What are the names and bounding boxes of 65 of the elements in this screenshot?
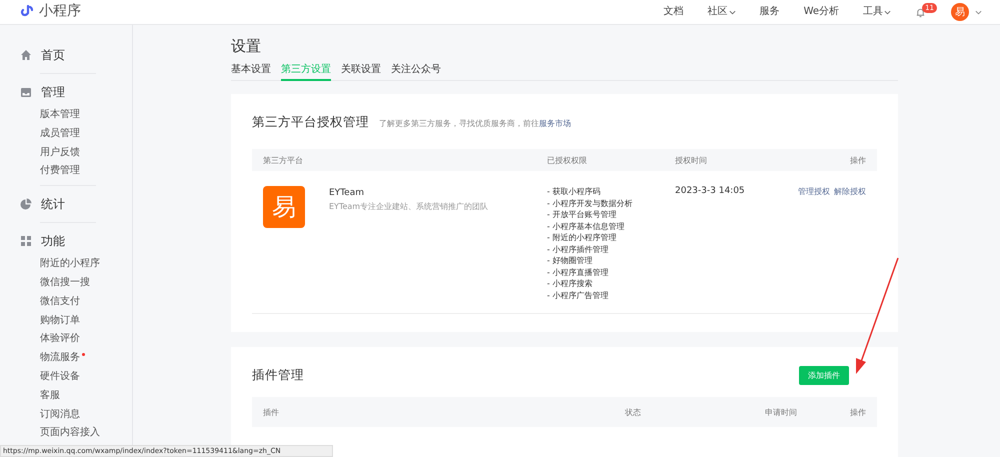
sidebar-item[interactable]: 附近的小程序	[40, 257, 100, 272]
caret-icon	[728, 10, 736, 14]
tab[interactable]: 基本设置	[231, 60, 271, 81]
permission-item: - 附近的小程序管理	[547, 232, 618, 244]
platform-description: EYTeam专注企业建站、系统营销推广的团队	[329, 201, 488, 212]
tab[interactable]: 关注公众号	[391, 60, 441, 81]
permission-item: - 小程序基本信息管理	[547, 220, 626, 232]
sidebar-item[interactable]: 订阅消息	[40, 408, 80, 422]
platform-logo: 易	[263, 186, 305, 228]
permission-item: - 小程序搜索	[547, 278, 594, 290]
section-title: 第三方平台授权管理	[252, 114, 369, 131]
logo-icon	[20, 5, 34, 17]
page-title: 设置	[231, 37, 262, 57]
permission-item: - 小程序插件管理	[547, 244, 610, 255]
sidebar-section[interactable]: 功能	[41, 232, 65, 250]
sidebar-item[interactable]: 客服	[40, 388, 60, 403]
tab[interactable]: 关联设置	[341, 60, 381, 81]
section-title: 插件管理	[252, 366, 304, 384]
sidebar-item[interactable]: 微信支付	[40, 294, 80, 309]
column-header: 第三方平台	[263, 154, 304, 166]
permission-item: - 小程序广告管理	[547, 290, 610, 301]
platform-name: EYTeam	[329, 188, 365, 198]
sidebar-item[interactable]: 体验评价	[40, 332, 80, 346]
sidebar-item[interactable]: 用户反馈	[40, 146, 80, 160]
sidebar-item[interactable]: 硬件设备	[40, 370, 80, 384]
permission-item: - 小程序直播管理	[547, 266, 610, 278]
sidebar-item[interactable]: 购物订单	[40, 314, 80, 328]
sidebar-item[interactable]: 付费管理	[40, 164, 80, 178]
caret-icon	[884, 10, 892, 14]
column-header: 操作	[849, 406, 866, 418]
nav-link[interactable]: 文档	[664, 5, 684, 19]
column-header: 申请时间	[765, 406, 798, 418]
permission-item: - 好物圈管理	[547, 255, 594, 266]
service-market-link[interactable]: 服务市场	[539, 118, 571, 129]
sidebar-item[interactable]: 微信搜一搜	[40, 276, 90, 290]
nav-link[interactable]: 工具	[863, 5, 892, 19]
column-header: 操作	[849, 154, 866, 166]
table-cell-text: 2023-3-3 14:05	[675, 186, 746, 198]
grid-icon	[20, 235, 32, 248]
inbox-icon	[20, 86, 32, 98]
sidebar-item[interactable]: 成员管理	[40, 126, 80, 141]
sidebar-section[interactable]: 首页	[41, 46, 65, 64]
nav-link[interactable]: 社区	[708, 5, 736, 19]
hint-text: 了解更多第三方服务，寻找优质服务商，前往	[379, 118, 539, 129]
home-icon	[20, 49, 32, 61]
permission-item: - 开放平台账号管理	[547, 209, 618, 220]
sidebar-item[interactable]: 页面内容接入	[40, 426, 100, 440]
sidebar-item[interactable]: 版本管理	[40, 108, 80, 122]
permission-item: - 获取小程序码	[547, 186, 602, 198]
nav-link[interactable]: 服务	[760, 5, 780, 19]
logo-text: 小程序	[39, 2, 81, 20]
action-link[interactable]: 解除授权	[834, 186, 866, 197]
permission-item: - 小程序开发与数据分析	[547, 198, 634, 209]
column-header: 授权时间	[675, 154, 708, 166]
action-link[interactable]: 管理授权	[798, 186, 830, 197]
caret-icon	[975, 10, 982, 14]
sidebar-item[interactable]: 物流服务	[40, 351, 80, 366]
pie-chart-icon	[20, 198, 32, 210]
bell-icon[interactable]	[915, 6, 926, 18]
nav-link[interactable]: We分析	[804, 5, 840, 19]
sidebar-section[interactable]: 统计	[41, 196, 65, 213]
sidebar-section[interactable]: 管理	[41, 84, 65, 100]
column-header: 已授权权限	[547, 154, 588, 166]
column-header: 状态	[625, 406, 642, 418]
column-header: 插件	[263, 406, 280, 418]
